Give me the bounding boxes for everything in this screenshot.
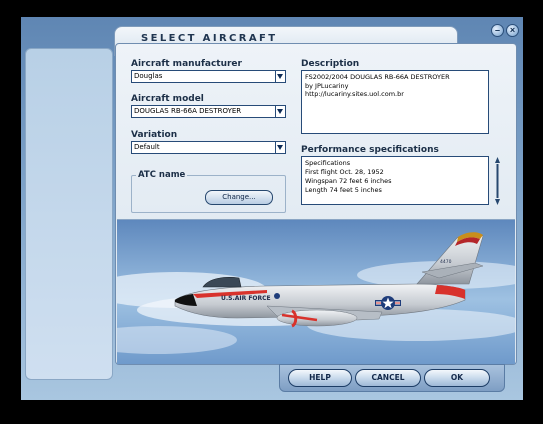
chevron-down-icon[interactable] xyxy=(275,106,285,117)
dialog-window: – × SELECT AIRCRAFT Aircraft manufacture… xyxy=(21,17,523,400)
left-side-panel xyxy=(25,48,113,380)
change-button[interactable]: Change... xyxy=(205,190,273,205)
description-label: Description xyxy=(301,59,360,69)
scroll-track[interactable] xyxy=(496,164,499,198)
description-text: FS2002/2004 DOUGLAS RB-66A DESTROYER by … xyxy=(301,70,489,134)
model-label: Aircraft model xyxy=(131,94,204,104)
performance-scrollbar[interactable] xyxy=(495,157,500,205)
model-value: DOUGLAS RB-66A DESTROYER xyxy=(134,107,242,115)
atc-name-group: ATC name Change... xyxy=(131,170,286,213)
description-line: http://lucariny.sites.uol.com.br xyxy=(305,90,404,98)
performance-line: Wingspan 72 feet 6 inches xyxy=(305,177,392,185)
atc-name-label: ATC name xyxy=(136,170,188,180)
cancel-button[interactable]: CANCEL xyxy=(355,369,421,387)
aircraft-preview-image: 4470 U.S.AIR FORCE xyxy=(117,219,515,364)
help-button[interactable]: HELP xyxy=(288,369,352,387)
chevron-down-icon[interactable] xyxy=(275,142,285,153)
manufacturer-label: Aircraft manufacturer xyxy=(131,59,242,69)
manufacturer-value: Douglas xyxy=(134,72,163,80)
scroll-up-icon[interactable] xyxy=(495,157,500,163)
performance-line: Specifications xyxy=(305,159,351,167)
main-panel: Aircraft manufacturer Douglas Aircraft m… xyxy=(115,43,517,365)
ok-button[interactable]: OK xyxy=(424,369,490,387)
performance-line: First flight Oct. 28, 1952 xyxy=(305,168,384,176)
variation-dropdown[interactable]: Default xyxy=(131,141,286,154)
manufacturer-dropdown[interactable]: Douglas xyxy=(131,70,286,83)
variation-label: Variation xyxy=(131,130,178,140)
performance-label: Performance specifications xyxy=(301,145,439,155)
fuselage-text: U.S.AIR FORCE xyxy=(221,295,271,302)
button-bar: HELP CANCEL OK xyxy=(279,364,505,392)
description-line: FS2002/2004 DOUGLAS RB-66A DESTROYER xyxy=(305,73,450,81)
performance-line: Length 74 feet 5 inches xyxy=(305,186,382,194)
description-line: by JPLucariny xyxy=(305,81,349,90)
model-dropdown[interactable]: DOUGLAS RB-66A DESTROYER xyxy=(131,105,286,118)
performance-text[interactable]: Specifications First flight Oct. 28, 195… xyxy=(301,156,489,205)
scroll-down-icon[interactable] xyxy=(495,199,500,205)
chevron-down-icon[interactable] xyxy=(275,71,285,82)
minimize-icon[interactable]: – xyxy=(491,24,504,37)
tail-code-text: 4470 xyxy=(440,259,452,265)
close-icon[interactable]: × xyxy=(506,24,519,37)
variation-value: Default xyxy=(134,143,160,151)
